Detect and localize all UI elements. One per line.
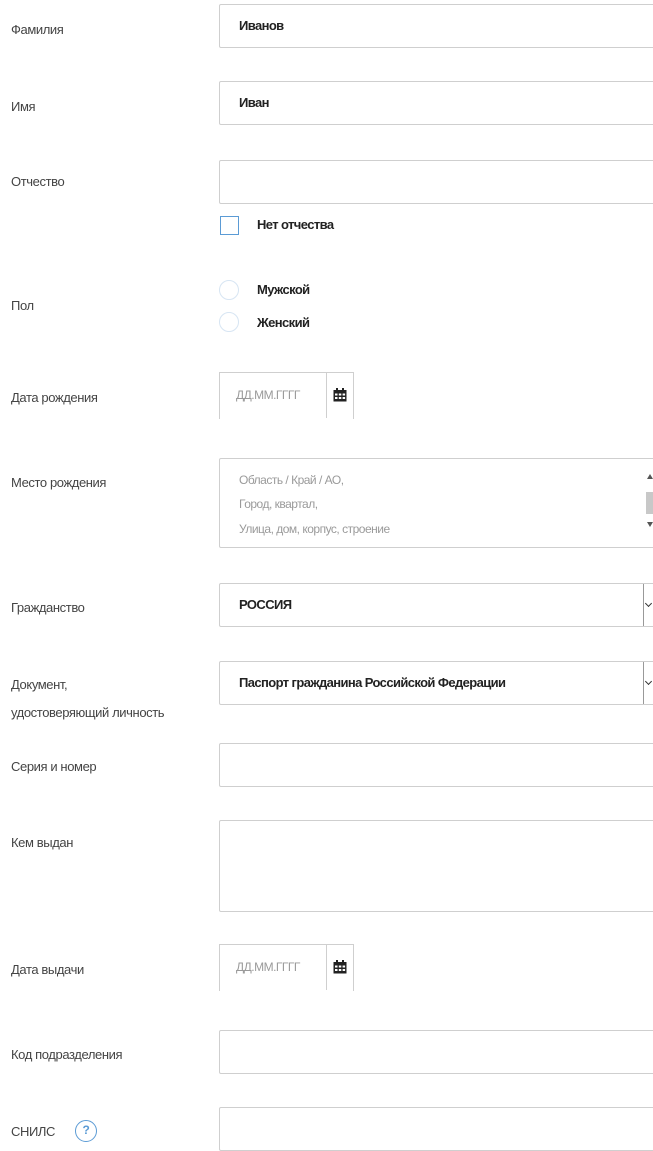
scroll-up-icon[interactable]: [647, 474, 653, 479]
gender-female-label: Женский: [257, 315, 310, 330]
no-patronymic-checkbox[interactable]: [220, 216, 239, 235]
issue-date-input[interactable]: ДД.ММ.ГГГГ: [219, 944, 354, 991]
textarea-scrollbar[interactable]: [646, 474, 653, 534]
name-input[interactable]: Иван: [219, 81, 653, 125]
series-number-label: Серия и номер: [11, 759, 97, 774]
division-code-label: Код подразделения: [11, 1047, 123, 1062]
surname-label: Фамилия: [11, 22, 64, 37]
gender-male-radio[interactable]: [219, 280, 239, 300]
citizenship-select[interactable]: РОССИЯ: [219, 583, 653, 627]
division-code-input[interactable]: [219, 1030, 653, 1074]
snils-input[interactable]: [219, 1107, 653, 1151]
chevron-down-icon[interactable]: [643, 584, 652, 626]
birth-place-placeholder-line-2: Город, квартал,: [239, 497, 318, 511]
birth-date-label: Дата рождения: [11, 390, 98, 405]
citizenship-value: РОССИЯ: [239, 597, 292, 612]
calendar-icon: [333, 960, 347, 974]
issued-by-textarea[interactable]: [219, 820, 653, 912]
snils-label: СНИЛС: [11, 1124, 56, 1139]
scroll-thumb[interactable]: [646, 492, 653, 514]
birth-date-input[interactable]: ДД.ММ.ГГГГ: [219, 372, 354, 419]
birth-place-label: Место рождения: [11, 475, 107, 490]
name-label: Имя: [11, 99, 36, 114]
issue-date-calendar-button[interactable]: [326, 945, 354, 990]
patronymic-label: Отчество: [11, 174, 65, 189]
issue-date-placeholder: ДД.ММ.ГГГГ: [236, 960, 300, 974]
issued-by-label: Кем выдан: [11, 835, 73, 850]
patronymic-input[interactable]: [219, 160, 653, 204]
birth-place-textarea[interactable]: Область / Край / АО, Город, квартал, Ули…: [219, 458, 653, 548]
birth-place-placeholder-line-3: Улица, дом, корпус, строение: [239, 522, 390, 536]
issue-date-label: Дата выдачи: [11, 962, 84, 977]
id-document-select[interactable]: Паспорт гражданина Российской Федерации: [219, 661, 653, 705]
gender-female-radio[interactable]: [219, 312, 239, 332]
id-document-label-line-2: удостоверяющий личность: [11, 705, 165, 720]
birth-place-placeholder-line-1: Область / Край / АО,: [239, 473, 344, 487]
id-document-value: Паспорт гражданина Российской Федерации: [239, 675, 506, 690]
help-icon[interactable]: ?: [75, 1120, 97, 1142]
gender-label: Пол: [11, 298, 34, 313]
id-document-label-line-1: Документ,: [11, 677, 68, 692]
name-value: Иван: [239, 95, 269, 110]
series-number-input[interactable]: [219, 743, 653, 787]
birth-date-calendar-button[interactable]: [326, 373, 354, 418]
surname-input[interactable]: Иванов: [219, 4, 653, 48]
no-patronymic-label: Нет отчества: [257, 217, 334, 232]
surname-value: Иванов: [239, 18, 284, 33]
gender-male-label: Мужской: [257, 282, 310, 297]
citizenship-label: Гражданство: [11, 600, 85, 615]
birth-date-placeholder: ДД.ММ.ГГГГ: [236, 388, 300, 402]
chevron-down-icon[interactable]: [643, 662, 652, 704]
scroll-down-icon[interactable]: [647, 522, 653, 527]
calendar-icon: [333, 388, 347, 402]
